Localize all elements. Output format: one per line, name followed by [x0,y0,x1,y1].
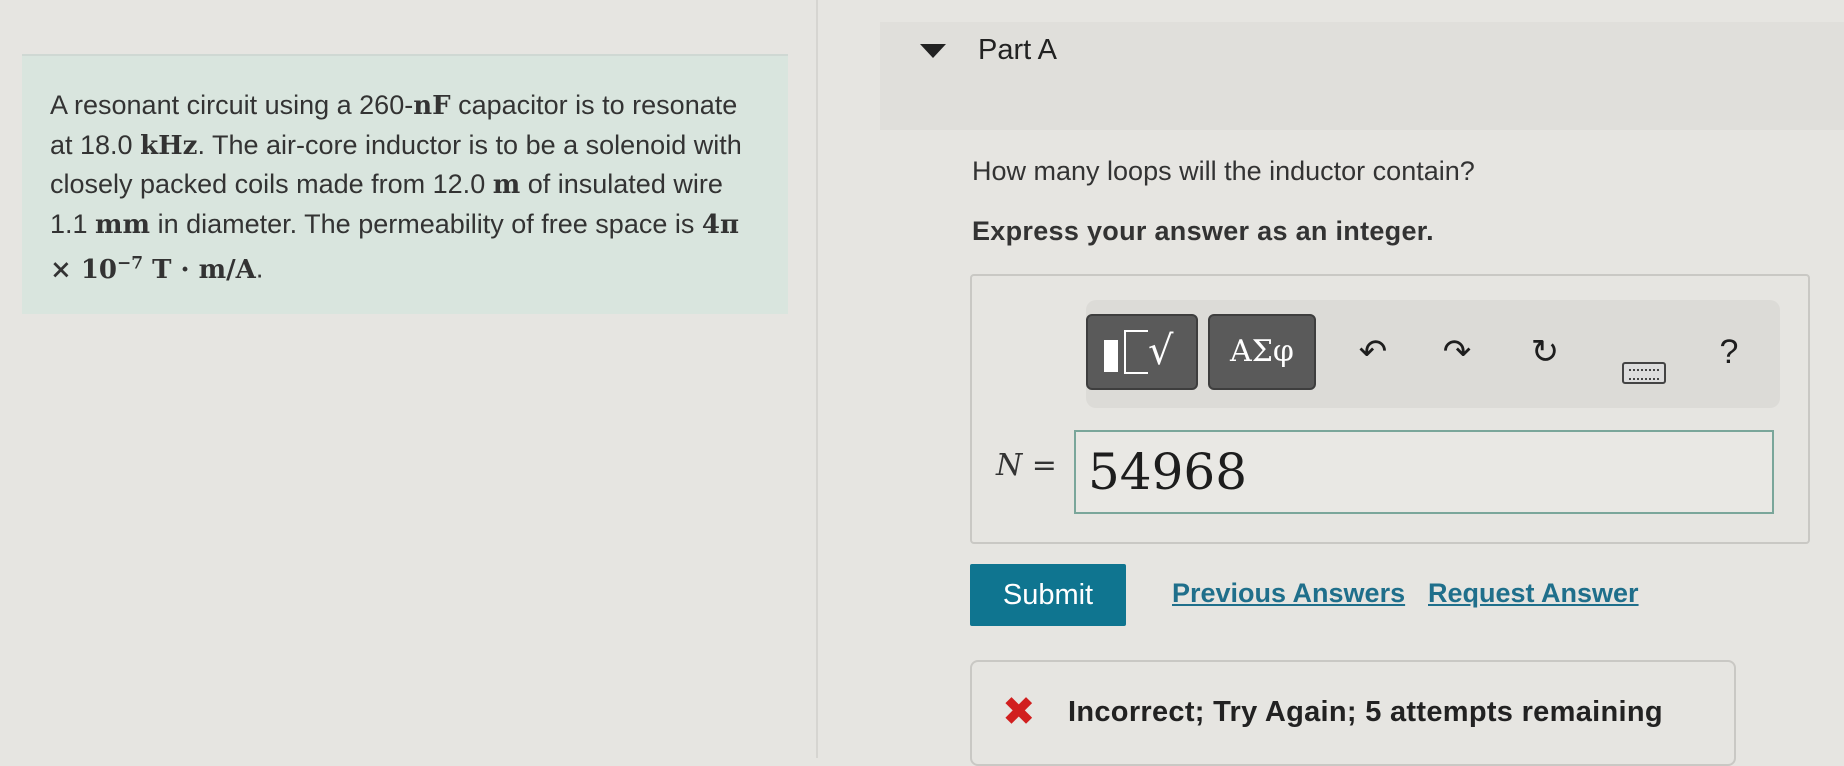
submit-button[interactable]: Submit [970,564,1126,626]
question-text: How many loops will the inductor contain… [972,156,1475,186]
part-title[interactable]: Part A [978,34,1057,67]
keyboard-icon[interactable] [1622,362,1666,384]
frequency-unit: kHz [140,130,198,161]
answer-variable-label: N = [996,448,1057,483]
capacitance-unit: nF [413,91,451,121]
pane-divider [816,0,818,758]
reset-icon[interactable]: ↻ [1520,326,1570,378]
incorrect-x-icon: ✖ [1002,689,1036,735]
problem-text: A resonant circuit using a 260-nF capaci… [50,90,742,285]
previous-answers-link[interactable]: Previous Answers [1172,578,1405,609]
redo-icon[interactable]: ↷ [1432,326,1482,378]
answer-input[interactable] [1074,430,1774,514]
feedback-text: Incorrect; Try Again; 5 attempts remaini… [1068,696,1663,728]
instruction-text: Express your answer as an integer. [972,216,1434,246]
diameter-unit: mm [95,209,151,240]
length-unit: m [492,170,521,200]
help-icon[interactable]: ? [1704,326,1754,378]
request-answer-link[interactable]: Request Answer [1428,578,1639,609]
collapse-caret-icon[interactable] [920,44,946,58]
math-toolbar: √ ΑΣφ ↶ ↷ ↻ ? [1086,300,1780,408]
undo-icon[interactable]: ↶ [1348,326,1398,378]
greek-symbols-button[interactable]: ΑΣφ [1208,314,1316,390]
templates-button[interactable]: √ [1086,314,1198,390]
problem-statement: A resonant circuit using a 260-nF capaci… [22,54,788,314]
